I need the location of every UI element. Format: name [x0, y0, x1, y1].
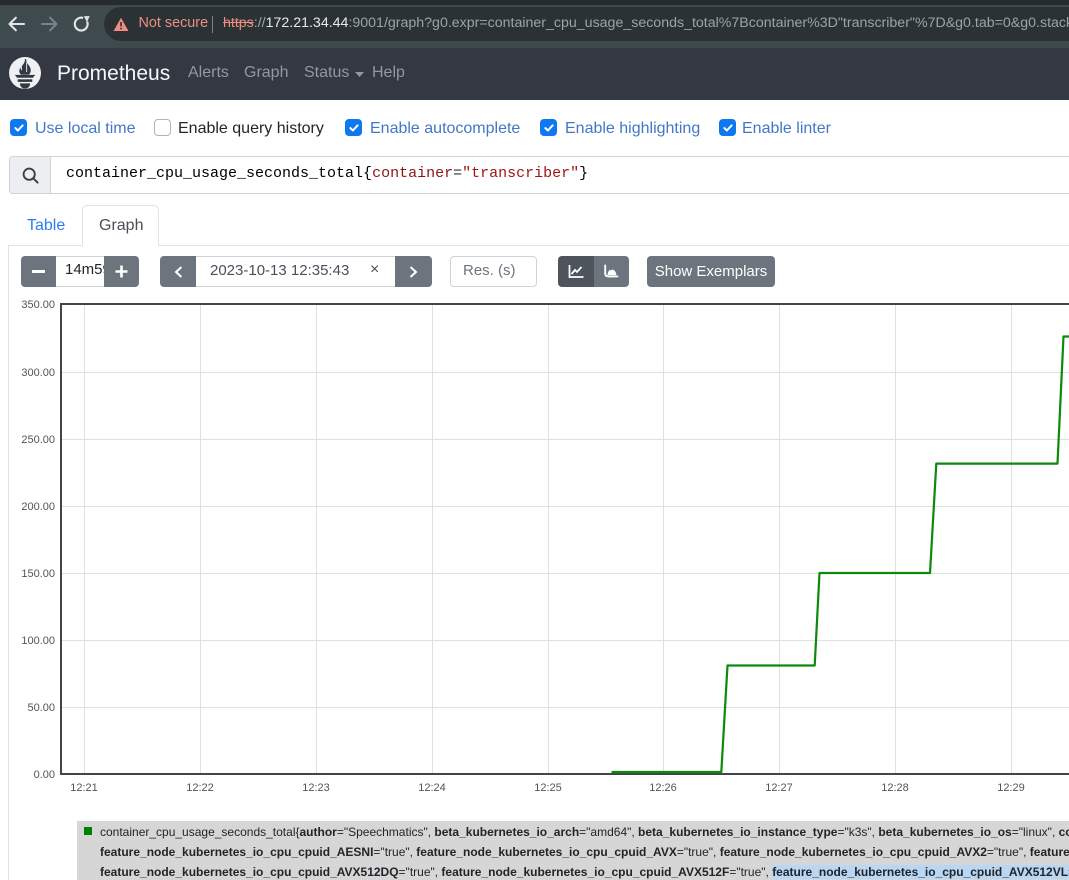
svg-text:12:25: 12:25: [534, 782, 562, 794]
svg-text:12:23: 12:23: [302, 782, 330, 794]
svg-text:100.00: 100.00: [21, 635, 55, 647]
svg-text:12:29: 12:29: [997, 782, 1025, 794]
svg-text:350.00: 350.00: [21, 299, 55, 311]
svg-text:12:21: 12:21: [70, 782, 98, 794]
svg-text:12:22: 12:22: [186, 782, 214, 794]
svg-text:150.00: 150.00: [21, 568, 55, 580]
svg-text:250.00: 250.00: [21, 434, 55, 446]
svg-text:50.00: 50.00: [27, 702, 55, 714]
svg-text:12:28: 12:28: [881, 782, 909, 794]
svg-text:200.00: 200.00: [21, 501, 55, 513]
svg-text:12:27: 12:27: [765, 782, 793, 794]
svg-text:300.00: 300.00: [21, 367, 55, 379]
svg-text:12:26: 12:26: [649, 782, 677, 794]
svg-text:12:24: 12:24: [418, 782, 446, 794]
svg-text:0.00: 0.00: [34, 769, 55, 781]
